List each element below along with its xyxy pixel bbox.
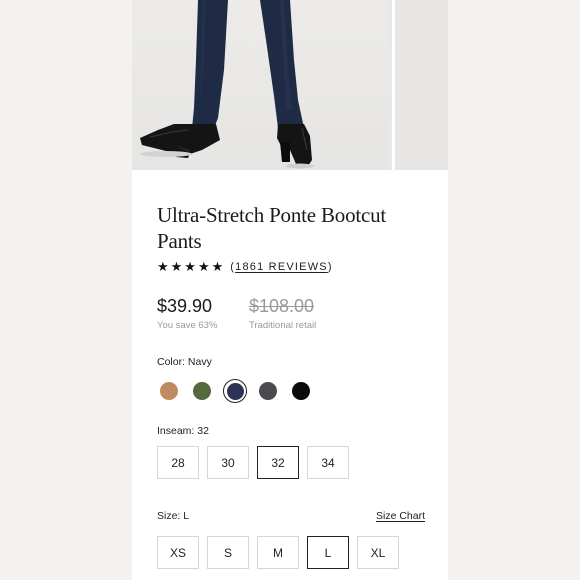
background-right	[448, 0, 580, 580]
color-swatch-camel[interactable]	[160, 382, 178, 400]
reviews-count[interactable]: 1861 REVIEWS	[235, 261, 328, 273]
color-swatch-navy[interactable]	[223, 379, 247, 403]
inseam-label: Inseam: 32	[157, 425, 209, 437]
inseam-option-34[interactable]: 34	[307, 446, 349, 479]
product-image-carousel[interactable]	[132, 0, 448, 170]
rating-row[interactable]: ★★★★★ (1861 REVIEWS)	[157, 259, 333, 275]
color-swatch-navy-dot	[226, 382, 244, 400]
sale-price: $39.90	[157, 296, 213, 316]
size-option-l[interactable]: L	[307, 536, 349, 569]
size-options: XS S M L XL	[157, 536, 407, 569]
next-product-image[interactable]	[392, 0, 448, 170]
size-option-xl[interactable]: XL	[357, 536, 399, 569]
inseam-option-28[interactable]: 28	[157, 446, 199, 479]
size-chart-link[interactable]: Size Chart	[376, 510, 425, 522]
size-option-xs[interactable]: XS	[157, 536, 199, 569]
color-swatch-charcoal[interactable]	[259, 382, 277, 400]
color-swatch-black[interactable]	[292, 382, 310, 400]
product-panel: Ultra-Stretch Ponte Bootcut Pants ★★★★★ …	[132, 0, 448, 580]
inseam-options: 28 30 32 34	[157, 446, 357, 479]
star-rating-icon: ★★★★★	[157, 259, 226, 274]
size-option-m[interactable]: M	[257, 536, 299, 569]
reviews-close-paren: )	[327, 261, 333, 273]
color-label: Color: Navy	[157, 356, 212, 368]
savings-text: You save 63%	[157, 320, 218, 331]
color-swatch-olive[interactable]	[193, 382, 211, 400]
original-price: $108.00	[249, 296, 315, 316]
color-swatches	[160, 379, 325, 403]
background-left	[0, 0, 132, 580]
reviews-link[interactable]: (1861 REVIEWS)	[230, 261, 332, 273]
pants-photo	[140, 0, 314, 169]
size-label: Size: L	[157, 510, 190, 522]
product-image[interactable]	[132, 0, 388, 170]
inseam-option-30[interactable]: 30	[207, 446, 249, 479]
size-option-s[interactable]: S	[207, 536, 249, 569]
product-title: Ultra-Stretch Ponte Bootcut Pants	[157, 203, 387, 253]
inseam-option-32[interactable]: 32	[257, 446, 299, 479]
original-price-note: Traditional retail	[249, 320, 317, 331]
